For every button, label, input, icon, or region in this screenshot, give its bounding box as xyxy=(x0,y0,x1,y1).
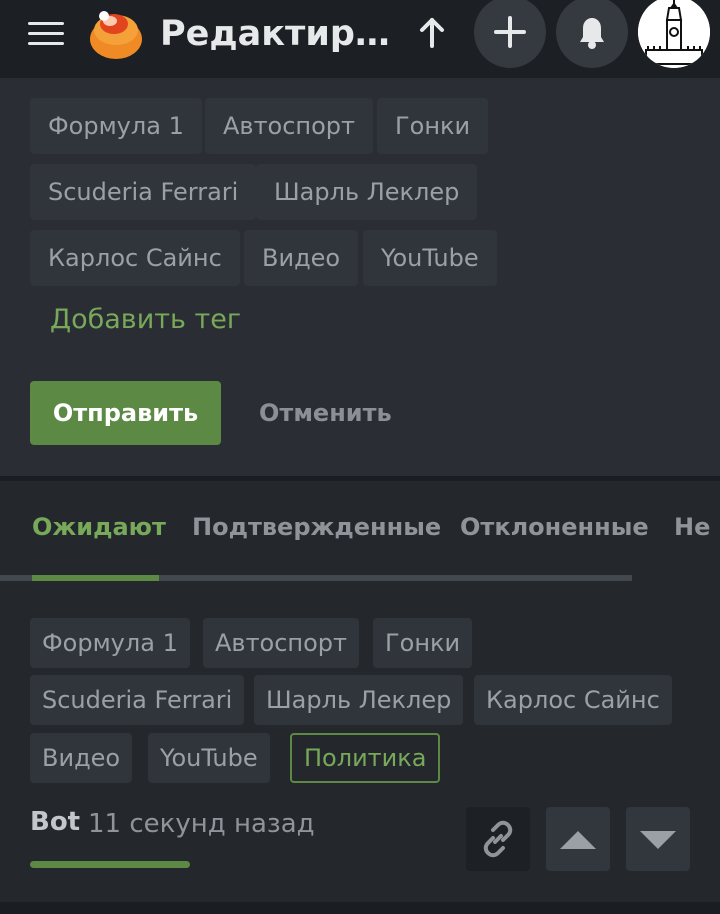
entry-tag-scuderia-ferrari[interactable]: Scuderia Ferrari xyxy=(30,675,245,725)
entry-tag-autosport[interactable]: Автоспорт xyxy=(203,618,360,668)
tab-approved[interactable]: Подтвержденные xyxy=(192,513,441,541)
entry-author[interactable]: Bot xyxy=(30,807,80,837)
site-logo[interactable] xyxy=(86,6,144,64)
entry-tag-video[interactable]: Видео xyxy=(30,733,133,783)
tag-charles-leclerc[interactable]: Шарль Леклер xyxy=(256,164,478,220)
downvote-icon xyxy=(640,831,676,849)
moderation-panel: Ожидают Подтвержденные Отклоненные Не и … xyxy=(0,481,720,902)
copy-link-button[interactable] xyxy=(466,807,530,871)
entry-tag-carlos-sainz[interactable]: Карлос Сайнс xyxy=(474,675,672,725)
tag-video[interactable]: Видео xyxy=(244,230,359,286)
entry-tag-charles-leclerc[interactable]: Шарль Леклер xyxy=(254,675,464,725)
create-post-button[interactable] xyxy=(474,0,546,68)
user-avatar[interactable] xyxy=(638,0,710,68)
moderation-tabs: Ожидают Подтвержденные Отклоненные Не и xyxy=(0,481,720,581)
bottom-edge xyxy=(0,902,720,914)
upvote-icon xyxy=(560,831,596,849)
tag-youtube[interactable]: YouTube xyxy=(363,230,497,286)
arrow-up-icon[interactable] xyxy=(414,14,450,54)
notifications-button[interactable] xyxy=(556,0,628,68)
link-icon xyxy=(483,820,513,858)
rating-bar xyxy=(30,861,190,868)
page-title: Редактиров... xyxy=(160,14,400,54)
entry-tag-racing[interactable]: Гонки xyxy=(373,618,473,668)
entry-tag-politics[interactable]: Политика xyxy=(290,733,441,783)
plus-icon xyxy=(494,16,526,48)
bell-icon xyxy=(580,18,604,49)
downvote-button[interactable] xyxy=(626,807,690,871)
tab-other[interactable]: Не и xyxy=(674,513,720,541)
kremlin-tower-avatar xyxy=(638,0,710,68)
tag-racing[interactable]: Гонки xyxy=(377,98,489,154)
tab-pending[interactable]: Ожидают xyxy=(32,513,166,541)
tag-formula-1[interactable]: Формула 1 xyxy=(30,98,202,154)
tag-carlos-sainz[interactable]: Карлос Сайнс xyxy=(30,230,240,286)
upvote-button[interactable] xyxy=(546,807,610,871)
tab-rejected[interactable]: Отклоненные xyxy=(460,513,649,541)
entry-timestamp: 11 секунд назад xyxy=(88,809,315,839)
hamburger-menu-icon[interactable] xyxy=(28,22,64,48)
entry-tag-youtube[interactable]: YouTube xyxy=(148,733,270,783)
tag-autosport[interactable]: Автоспорт xyxy=(205,98,374,154)
tag-scuderia-ferrari[interactable]: Scuderia Ferrari xyxy=(30,164,257,220)
entry-tag-formula-1[interactable]: Формула 1 xyxy=(30,618,190,668)
cancel-button[interactable]: Отменить xyxy=(259,381,392,445)
add-tag-link[interactable]: Добавить тег xyxy=(50,304,241,335)
submit-button[interactable]: Отправить xyxy=(30,381,221,445)
top-app-bar: Редактиров... xyxy=(0,0,720,78)
tag-editor-panel: Формула 1 Автоспорт Гонки Scuderia Ferra… xyxy=(0,78,720,476)
active-tab-indicator xyxy=(32,575,159,581)
